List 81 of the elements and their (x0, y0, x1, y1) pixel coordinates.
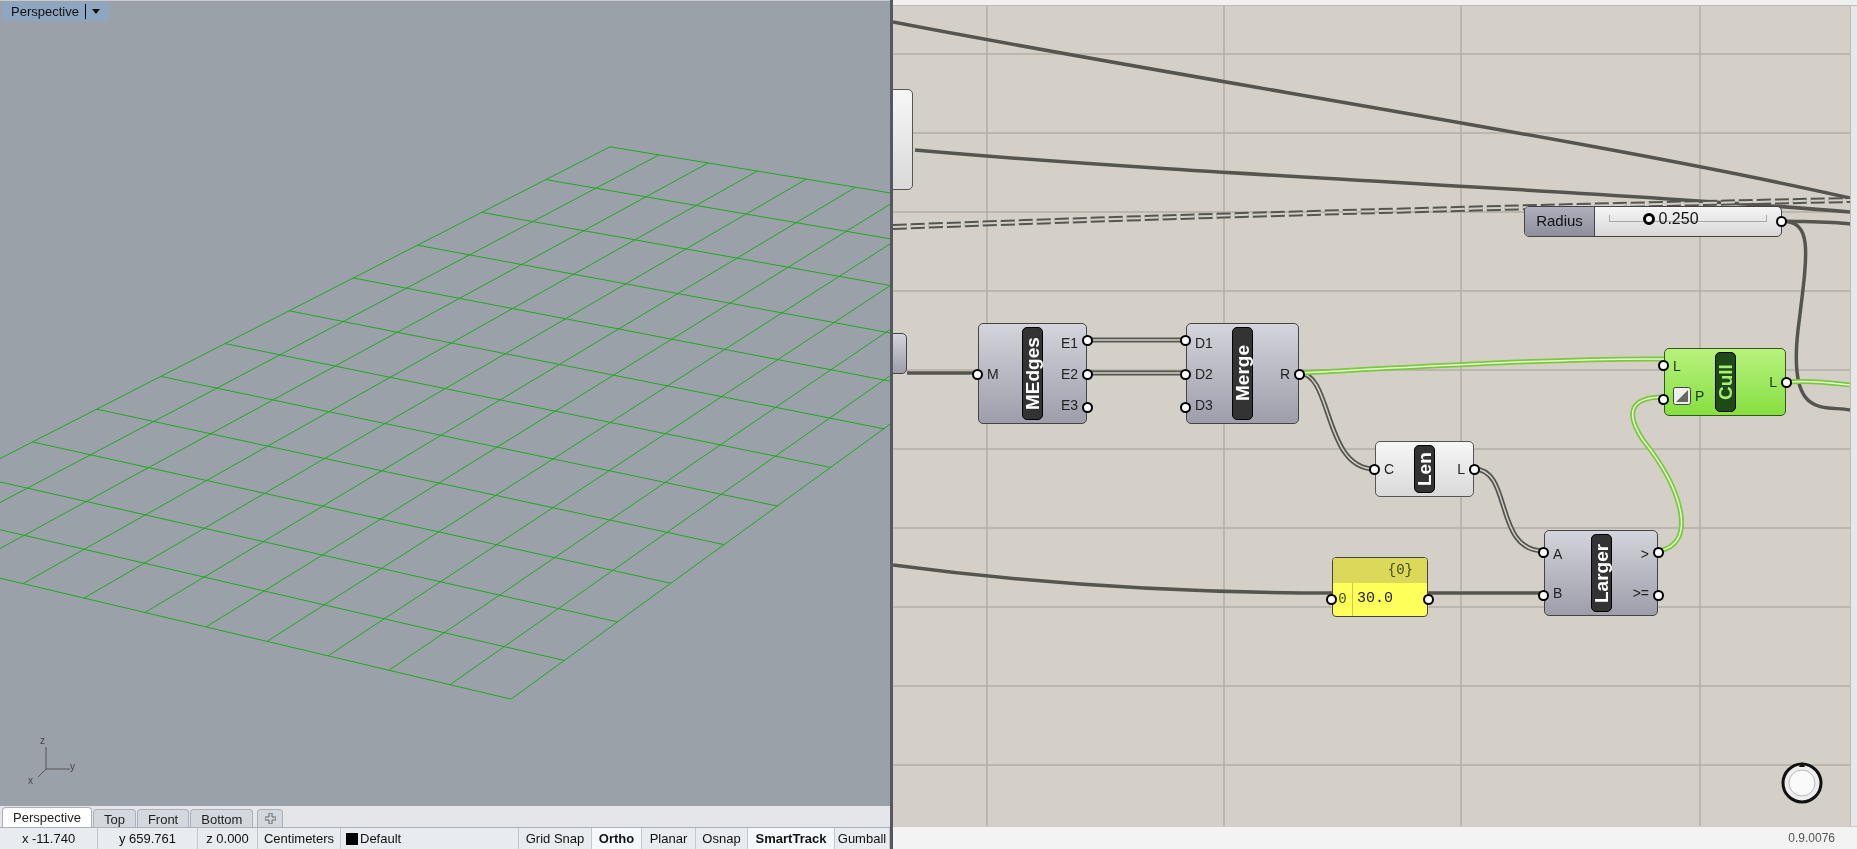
input-label: P (1695, 389, 1705, 403)
input-grip[interactable] (1369, 464, 1380, 475)
output-label: R (1279, 366, 1290, 381)
output-grip[interactable] (1469, 464, 1480, 475)
node-fragment[interactable] (893, 333, 907, 374)
slider-knob[interactable] (1643, 213, 1655, 225)
slider-value: 0.250 (1658, 211, 1699, 227)
status-toggle[interactable]: Ortho (592, 828, 642, 849)
slider-label: Radius (1525, 207, 1595, 236)
input-label: A (1553, 546, 1563, 561)
input-label: L (1673, 359, 1681, 373)
panel-value: 30.0 (1356, 589, 1393, 610)
output-label: E2 (1060, 366, 1078, 381)
input-grip[interactable] (1538, 546, 1549, 558)
axis-label: y (70, 760, 75, 774)
component-name: Len (1414, 445, 1435, 493)
input-label: D1 (1195, 335, 1213, 350)
output-grip[interactable] (1776, 216, 1787, 227)
viewport-tab[interactable]: Front (136, 809, 190, 827)
output-grip[interactable] (1653, 589, 1664, 601)
output-label: E3 (1060, 397, 1078, 412)
viewport-tab[interactable]: Bottom (190, 809, 254, 827)
viewport-tab[interactable]: Top (92, 809, 136, 827)
axis-label: x (28, 774, 33, 788)
input-grip[interactable] (1326, 594, 1337, 605)
output-label: L (1769, 375, 1777, 389)
layer-button[interactable]: Default (341, 828, 519, 849)
output-grip[interactable] (1082, 402, 1093, 414)
number-slider[interactable]: Radius 0.250 (1524, 206, 1782, 237)
input-grip[interactable] (1538, 589, 1549, 601)
output-label: > (1640, 546, 1649, 561)
value-panel[interactable]: {0} 0 30.0 (1332, 557, 1428, 617)
caret-icon (91, 9, 100, 14)
input-grip[interactable] (1180, 368, 1191, 380)
panel-path: {0} (1333, 558, 1427, 583)
node-fragment[interactable] (893, 89, 913, 190)
output-grip[interactable] (1653, 546, 1664, 558)
output-label: L (1457, 462, 1465, 476)
output-label: >= (1632, 585, 1649, 600)
units-button[interactable]: Centimeters (258, 828, 341, 849)
input-grip[interactable] (1658, 394, 1669, 405)
component-node[interactable]: C Len L (1375, 441, 1474, 497)
output-label: E1 (1060, 335, 1078, 350)
component-node[interactable]: M MEdges E1 E2 E3 (978, 323, 1087, 424)
plus-icon (264, 813, 276, 824)
input-label: D3 (1195, 397, 1213, 412)
navigation-compass-icon[interactable] (1780, 761, 1824, 805)
input-grip[interactable] (972, 368, 983, 380)
coordinate-readout: x -11.740 (0, 828, 98, 849)
status-toggle[interactable]: Planar (642, 828, 696, 849)
output-grip[interactable] (1082, 368, 1093, 380)
coordinate-readout: z 0.000 (198, 828, 258, 849)
output-grip[interactable] (1781, 377, 1792, 388)
output-grip[interactable] (1082, 334, 1093, 346)
output-grip[interactable] (1423, 594, 1434, 605)
component-node[interactable]: L P Cull L (1664, 348, 1786, 416)
input-grip[interactable] (1180, 334, 1191, 346)
input-label: B (1553, 585, 1563, 600)
version-label: 0.9.0076 (1788, 830, 1835, 847)
input-label: D2 (1195, 366, 1213, 381)
input-label: C (1384, 462, 1395, 476)
vertical-scrollbar[interactable] (1850, 6, 1857, 826)
status-toggle[interactable]: Gumball (835, 828, 890, 849)
input-grip[interactable] (1658, 360, 1669, 371)
component-node[interactable]: D1 D2 D3 Merge R (1186, 323, 1299, 424)
axis-label: z (40, 734, 45, 748)
output-grip[interactable] (1294, 368, 1305, 380)
viewport[interactable]: Perspective z x y (0, 0, 890, 806)
component-name: MEdges (1022, 327, 1043, 420)
input-label: M (987, 366, 999, 381)
component-name: Cull (1714, 352, 1736, 412)
component-name: Larger (1590, 534, 1612, 612)
component-node[interactable]: A B Larger > >= (1544, 530, 1658, 616)
node-canvas[interactable]: M MEdges E1 E2 E3 D1 D2 D3 Merge R C Len L A B Larger > >= L P Cull L Radius 0.250 {0} 0 30.0 (893, 6, 1850, 826)
viewport-tab[interactable]: Perspective (2, 807, 92, 827)
component-name: Merge (1232, 327, 1253, 420)
status-toggle[interactable]: SmartTrack (748, 828, 835, 849)
coordinate-readout: y 659.761 (98, 828, 198, 849)
add-tab-button[interactable] (257, 809, 284, 827)
input-grip[interactable] (1180, 402, 1191, 414)
viewport-label[interactable]: Perspective (2, 2, 109, 21)
